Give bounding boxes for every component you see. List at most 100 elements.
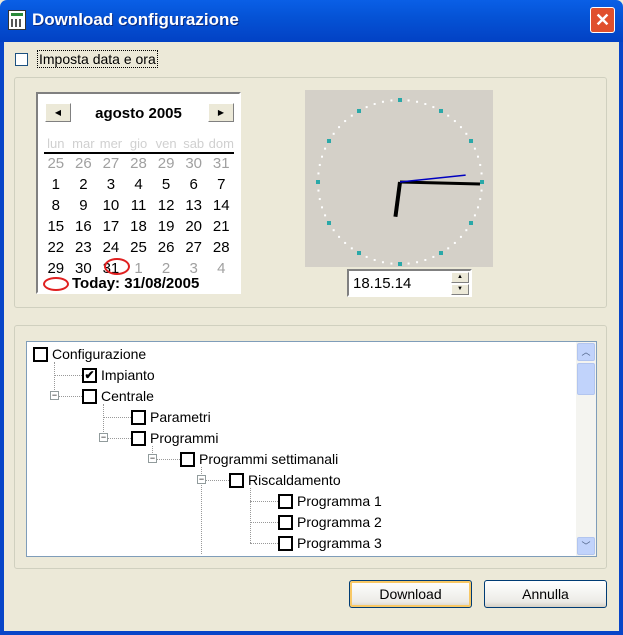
download-button[interactable]: Download — [349, 580, 472, 608]
set-datetime-label[interactable]: Imposta data e ora — [37, 50, 158, 68]
calendar-day[interactable]: 15 — [42, 218, 70, 235]
calendar-day[interactable]: 13 — [180, 197, 208, 214]
tree-checkbox[interactable] — [278, 493, 293, 509]
tree-node[interactable]: Programma 2 — [278, 512, 382, 532]
calendar-day[interactable]: 10 — [97, 197, 125, 214]
calendar-day[interactable]: 26 — [152, 239, 180, 256]
calendar-day[interactable]: 21 — [207, 218, 235, 235]
vertical-scrollbar[interactable]: ︿ ﹀ — [576, 342, 596, 556]
calendar-day[interactable]: 25 — [42, 155, 70, 172]
calendar-day[interactable]: 4 — [207, 260, 235, 277]
clock-tick — [332, 229, 335, 232]
calendar-day[interactable]: 27 — [97, 155, 125, 172]
tree-node-label[interactable]: Programma 1 — [297, 493, 382, 509]
collapse-icon[interactable]: − — [99, 433, 108, 442]
calendar-day[interactable]: 19 — [152, 218, 180, 235]
clock-tick — [480, 189, 483, 192]
calendar-day[interactable]: 24 — [97, 239, 125, 256]
tree-checkbox[interactable]: ✔ — [82, 367, 97, 383]
tree-node[interactable]: Raffrescamento — [229, 554, 347, 556]
calendar-day[interactable]: 28 — [125, 155, 153, 172]
tree-node[interactable]: Programma 1 — [278, 491, 382, 511]
scroll-down-button[interactable]: ﹀ — [577, 537, 595, 555]
calendar-day[interactable]: 11 — [125, 197, 153, 214]
tree-checkbox[interactable] — [229, 472, 244, 488]
calendar-week: 25 26 27 28 29 30 31 — [42, 155, 235, 172]
config-tree[interactable]: Configurazione ✔ Impianto − Centrale Parametr… — [26, 341, 597, 557]
calendar-day[interactable]: 17 — [97, 218, 125, 235]
calendar-day[interactable]: 29 — [42, 260, 70, 277]
clock-tick — [453, 120, 456, 123]
collapse-icon[interactable]: − — [50, 391, 59, 400]
calendar-day[interactable]: 23 — [70, 239, 98, 256]
tree-node-label[interactable]: Parametri — [150, 409, 211, 425]
title-bar[interactable]: Download configurazione ✕ — [0, 0, 623, 42]
calendar-day[interactable]: 5 — [152, 176, 180, 193]
collapse-icon[interactable]: − — [197, 475, 206, 484]
today-link[interactable]: Today: 31/08/2005 — [72, 275, 199, 292]
clock-tick — [398, 262, 402, 266]
clock-tick — [373, 103, 376, 106]
cancel-button[interactable]: Annulla — [484, 580, 607, 608]
tree-node[interactable]: ✔ Impianto — [82, 365, 155, 385]
tree-node-label[interactable]: Programmi — [150, 430, 218, 446]
tree-checkbox[interactable] — [278, 514, 293, 530]
calendar-day[interactable]: 29 — [152, 155, 180, 172]
tree-node-label[interactable]: Programma 2 — [297, 514, 382, 530]
calendar-day[interactable]: 27 — [180, 239, 208, 256]
tree-checkbox[interactable] — [82, 388, 97, 404]
tree-node[interactable]: Programma 3 — [278, 533, 382, 553]
calendar-day[interactable]: 8 — [42, 197, 70, 214]
calendar-day[interactable]: 12 — [152, 197, 180, 214]
calendar-day[interactable]: 25 — [125, 239, 153, 256]
calendar-day[interactable]: 1 — [42, 176, 70, 193]
tree-node[interactable]: Centrale — [82, 386, 154, 406]
time-input[interactable]: 18.15.14 ▲ ▼ — [347, 269, 472, 297]
collapse-icon[interactable]: − — [148, 454, 157, 463]
scroll-up-button[interactable]: ︿ — [577, 343, 595, 361]
tree-node[interactable]: Riscaldamento — [229, 470, 341, 490]
tree-checkbox[interactable] — [180, 451, 195, 467]
calendar-day[interactable]: 6 — [180, 176, 208, 193]
tree-node[interactable]: Configurazione — [33, 344, 146, 364]
calendar-day[interactable]: 22 — [42, 239, 70, 256]
calendar-day[interactable]: 4 — [125, 176, 153, 193]
tree-node-label[interactable]: Programma 3 — [297, 535, 382, 551]
close-button[interactable]: ✕ — [590, 7, 615, 33]
tree-node-label[interactable]: Impianto — [101, 367, 155, 383]
calendar-day[interactable]: 28 — [207, 239, 235, 256]
scroll-thumb[interactable] — [577, 363, 595, 395]
clock-tick — [321, 155, 324, 158]
tree-checkbox[interactable] — [131, 430, 146, 446]
calendar-day[interactable]: 14 — [207, 197, 235, 214]
clock-tick — [381, 100, 384, 103]
calendar-day[interactable]: 26 — [70, 155, 98, 172]
tree-checkbox[interactable] — [33, 346, 48, 362]
tree-node[interactable]: Parametri — [131, 407, 211, 427]
calendar-day[interactable]: 20 — [180, 218, 208, 235]
tree-node-label[interactable]: Programmi settimanali — [199, 451, 338, 467]
calendar-day[interactable]: 18 — [125, 218, 153, 235]
next-month-button[interactable]: ▶ — [208, 103, 234, 122]
time-spin-up[interactable]: ▲ — [451, 272, 469, 283]
calendar-day[interactable]: 3 — [97, 176, 125, 193]
today-circle-icon[interactable] — [43, 277, 69, 291]
tree-checkbox[interactable] — [278, 535, 293, 551]
tree-node[interactable]: Programmi — [131, 428, 218, 448]
tree-node-label[interactable]: Riscaldamento — [248, 472, 341, 488]
calendar-day[interactable]: 9 — [70, 197, 98, 214]
tree-node-label[interactable]: Configurazione — [52, 346, 146, 362]
clock-tick — [365, 106, 368, 109]
tree-node-label[interactable]: Centrale — [101, 388, 154, 404]
set-datetime-checkbox[interactable] — [15, 53, 28, 66]
calendar-day[interactable]: 31 — [207, 155, 235, 172]
calendar-day[interactable]: 16 — [70, 218, 98, 235]
calendar-day[interactable]: 7 — [207, 176, 235, 193]
calendar-day[interactable]: 2 — [70, 176, 98, 193]
clock-tick — [398, 98, 402, 102]
time-spin-down[interactable]: ▼ — [451, 284, 469, 295]
tree-node[interactable]: Programmi settimanali — [180, 449, 338, 469]
tree-checkbox[interactable] — [131, 409, 146, 425]
calendar-day[interactable]: 30 — [180, 155, 208, 172]
second-hand — [399, 174, 466, 183]
